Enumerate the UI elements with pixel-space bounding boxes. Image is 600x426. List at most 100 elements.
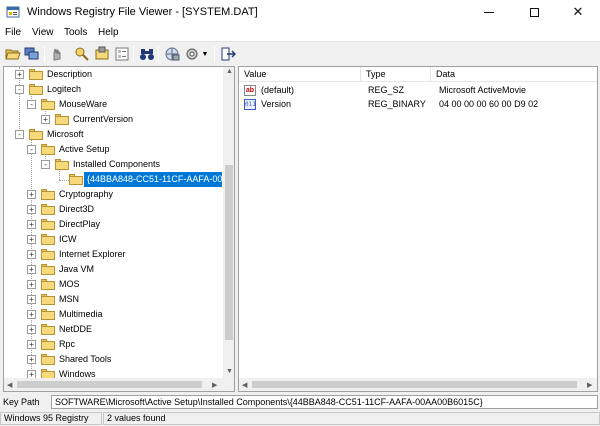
- properties-button[interactable]: [113, 45, 131, 63]
- scroll-right-icon[interactable]: ▶: [212, 381, 217, 389]
- expand-toggle[interactable]: +: [27, 325, 36, 334]
- folder-icon: [29, 84, 43, 95]
- column-header-value[interactable]: Value: [239, 67, 361, 82]
- tree-item-msn[interactable]: + MSN: [4, 292, 224, 307]
- tree-item-selected-guid[interactable]: {44BBA848-CC51-11CF-AAFA-00AA: [4, 172, 234, 187]
- maximize-icon: [529, 7, 539, 17]
- search-button[interactable]: [138, 45, 156, 63]
- tree-item-shared-tools[interactable]: + Shared Tools: [4, 352, 224, 367]
- tree-item-mouseware[interactable]: - MouseWare: [4, 97, 224, 112]
- scroll-thumb[interactable]: [225, 165, 233, 340]
- expand-toggle[interactable]: +: [15, 70, 24, 79]
- load-icon: [24, 47, 39, 60]
- expand-toggle[interactable]: +: [27, 280, 36, 289]
- tree-item-label: {44BBA848-CC51-11CF-AAFA-00AA: [87, 174, 235, 184]
- tree-item-description[interactable]: + Description: [4, 67, 224, 82]
- scroll-thumb[interactable]: [252, 381, 577, 388]
- tree-item-internet-explorer[interactable]: + Internet Explorer: [4, 247, 224, 262]
- status-registry-type: Windows 95 Registry: [0, 412, 102, 425]
- tree-item-label: Multimedia: [59, 309, 103, 319]
- menu-view[interactable]: View: [32, 27, 54, 38]
- expand-toggle[interactable]: +: [27, 235, 36, 244]
- tree-item-directplay[interactable]: + DirectPlay: [4, 217, 224, 232]
- tree-item-mos[interactable]: + MOS: [4, 277, 224, 292]
- tree-item-cryptography[interactable]: + Cryptography: [4, 187, 224, 202]
- tree-item-logitech[interactable]: - Logitech: [4, 82, 224, 97]
- menu-tools[interactable]: Tools: [64, 27, 87, 38]
- expand-toggle[interactable]: +: [27, 295, 36, 304]
- network-icon: [165, 47, 180, 61]
- expand-toggle[interactable]: +: [27, 310, 36, 319]
- column-header-type[interactable]: Type: [361, 67, 431, 82]
- menu-help[interactable]: Help: [98, 27, 119, 38]
- expand-toggle[interactable]: +: [27, 340, 36, 349]
- expand-toggle[interactable]: +: [27, 250, 36, 259]
- tree-item-rpc[interactable]: + Rpc: [4, 337, 224, 352]
- folder-icon: [41, 309, 55, 320]
- tree-item-currentversion[interactable]: + CurrentVersion: [4, 112, 224, 127]
- toolbar: ▼: [0, 41, 600, 65]
- tree-item-active-setup[interactable]: - Active Setup: [4, 142, 224, 157]
- tree-item-direct3d[interactable]: + Direct3D: [4, 202, 224, 217]
- expand-toggle[interactable]: +: [27, 205, 36, 214]
- find-button[interactable]: [73, 45, 91, 63]
- folder-icon: [41, 99, 55, 110]
- close-button[interactable]: ✕: [556, 0, 600, 24]
- scroll-left-icon[interactable]: ◀: [242, 381, 247, 389]
- collapse-toggle[interactable]: -: [41, 160, 50, 169]
- collapse-toggle[interactable]: -: [27, 145, 36, 154]
- title-bar: Windows Registry File Viewer - [SYSTEM.D…: [0, 0, 600, 24]
- collapse-toggle[interactable]: -: [15, 130, 24, 139]
- maximize-button[interactable]: [512, 0, 556, 24]
- tree-vertical-scrollbar[interactable]: ▲ ▼: [223, 67, 234, 378]
- scroll-right-icon[interactable]: ▶: [587, 381, 592, 389]
- folder-icon: [41, 354, 55, 365]
- registry-key-tree[interactable]: + Description - Logitech - MouseWare + C…: [3, 66, 235, 392]
- value-data: Microsoft ActiveMovie: [439, 85, 527, 95]
- hand-button[interactable]: [48, 45, 66, 63]
- toolbar-separator: [158, 46, 159, 62]
- menu-file[interactable]: File: [5, 27, 21, 38]
- tree-item-multimedia[interactable]: + Multimedia: [4, 307, 224, 322]
- collapse-toggle[interactable]: -: [15, 85, 24, 94]
- expand-toggle[interactable]: +: [27, 190, 36, 199]
- list-horizontal-scrollbar[interactable]: ◀ ▶: [239, 378, 597, 391]
- scroll-left-icon[interactable]: ◀: [7, 381, 12, 389]
- network-button[interactable]: [163, 45, 181, 63]
- tree-item-microsoft[interactable]: - Microsoft: [4, 127, 224, 142]
- tree-item-netdde[interactable]: + NetDDE: [4, 322, 224, 337]
- binoculars-icon: [140, 49, 154, 60]
- tree-item-label: Rpc: [59, 339, 76, 349]
- tree-item-java-vm[interactable]: + Java VM: [4, 262, 224, 277]
- scroll-thumb[interactable]: [17, 381, 202, 388]
- load-button[interactable]: [23, 45, 41, 63]
- settings-button[interactable]: [183, 45, 201, 63]
- open-button[interactable]: [4, 45, 22, 63]
- key-path-field[interactable]: SOFTWARE\Microsoft\Active Setup\Installe…: [51, 395, 598, 409]
- tree-horizontal-scrollbar[interactable]: ◀ ▶: [4, 378, 234, 391]
- folder-icon: [41, 144, 55, 155]
- folder-icon: [41, 219, 55, 230]
- folder-icon: [41, 339, 55, 350]
- expand-toggle[interactable]: +: [27, 265, 36, 274]
- tree-item-installed-components[interactable]: - Installed Components: [4, 157, 224, 172]
- scroll-up-icon[interactable]: ▲: [226, 68, 233, 75]
- find-icon: [75, 47, 89, 61]
- collapse-toggle[interactable]: -: [27, 100, 36, 109]
- value-row[interactable]: ab (default) REG_SZ Microsoft ActiveMovi…: [239, 84, 597, 98]
- exit-button[interactable]: [219, 45, 237, 63]
- tree-item-label: ICW: [59, 234, 77, 244]
- minimize-icon: [484, 11, 494, 13]
- expand-toggle[interactable]: +: [41, 115, 50, 124]
- export-button[interactable]: [93, 45, 111, 63]
- folder-icon: [41, 234, 55, 245]
- settings-dropdown-button[interactable]: ▼: [200, 45, 210, 63]
- value-row[interactable]: 011 Version REG_BINARY 04 00 00 00 60 00…: [239, 98, 597, 112]
- column-header-data[interactable]: Data: [431, 67, 597, 82]
- tree-item-icw[interactable]: + ICW: [4, 232, 224, 247]
- expand-toggle[interactable]: +: [27, 355, 36, 364]
- minimize-button[interactable]: [467, 0, 511, 24]
- expand-toggle[interactable]: +: [27, 220, 36, 229]
- scroll-down-icon[interactable]: ▼: [226, 368, 233, 375]
- registry-values-list[interactable]: Value Type Data ab (default) REG_SZ Micr…: [238, 66, 598, 392]
